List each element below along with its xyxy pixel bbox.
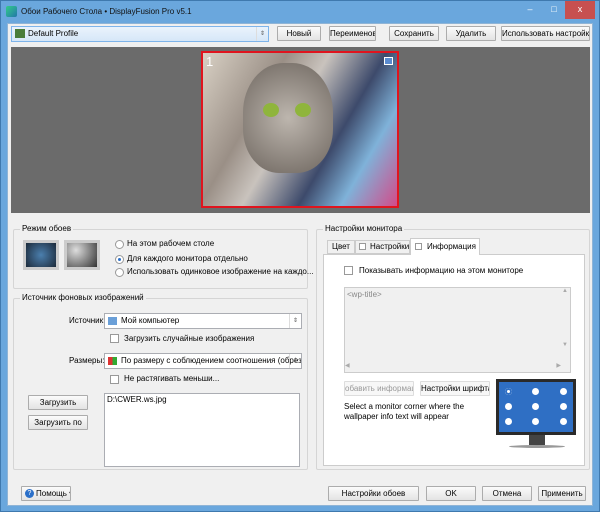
close-button[interactable]: x [565, 1, 595, 19]
wallpaper-settings-button[interactable]: Настройки обоев [328, 486, 419, 501]
file-list[interactable]: D:\CWER.ws.jpg [104, 393, 300, 467]
maximize-button[interactable]: □ [543, 1, 565, 19]
save-profile-button[interactable]: Сохранить [389, 26, 439, 41]
load-url-button[interactable]: Загрузить по [28, 415, 88, 430]
chevron-updown-icon: ⇕ [256, 27, 268, 41]
mode-radio-same-image[interactable] [115, 268, 124, 277]
help-icon: ? [25, 489, 34, 498]
corner-radio-top-right[interactable] [560, 388, 567, 395]
tab-checkbox[interactable] [415, 243, 422, 250]
tab-color[interactable]: Цвет [327, 240, 355, 254]
vertical-scrollbar[interactable]: ▲ ▼ [560, 288, 570, 364]
random-images-checkbox[interactable] [110, 334, 119, 343]
no-stretch-label: Не растягивать меньши... [124, 374, 220, 383]
dropdown-arrow-icon: ▾ [69, 489, 70, 498]
chevron-updown-icon: ⇕ [289, 314, 301, 328]
wallpaper-mode-label: Режим обоев [20, 224, 74, 233]
source-select[interactable]: Мой компьютер ⇕ [104, 313, 302, 329]
monitor-settings-group: Настройки монитора Цвет Настройки Информ… [316, 224, 590, 470]
window-title: Обои Рабочего Стола • DisplayFusion Pro … [21, 7, 192, 16]
corner-radio-bottom-right[interactable] [560, 418, 567, 425]
monitor-earth-icon [23, 240, 59, 270]
corner-radio-middle-right[interactable] [560, 403, 567, 410]
tab-settings[interactable]: Настройки [355, 240, 410, 254]
new-profile-button[interactable]: Новый [277, 26, 321, 41]
tab-label: Настройки [370, 242, 410, 251]
info-tab-panel: Показывать информацию на этом мониторе <… [323, 254, 585, 466]
image-source-group: Источник фоновых изображений Источник: М… [13, 293, 308, 470]
corner-hint-text: Select a monitor corner where the wallpa… [344, 402, 465, 421]
monitor-preview-area: 1 [11, 47, 590, 213]
corner-radio-bottom-center[interactable] [532, 418, 539, 425]
minimize-button[interactable]: – [517, 1, 543, 19]
mode-radio-per-monitor[interactable] [115, 255, 124, 264]
corner-radio-top-left[interactable] [505, 388, 512, 395]
monitor-space-icon [64, 240, 100, 270]
font-settings-button[interactable]: Настройки шрифта [420, 381, 490, 396]
mode-radio-desktop[interactable] [115, 240, 124, 249]
random-images-label: Загрузить случайные изображения [124, 334, 255, 343]
corner-radio-bottom-left[interactable] [505, 418, 512, 425]
load-url-label: Загрузить по [34, 418, 82, 427]
monitor-settings-label: Настройки монитора [323, 224, 405, 233]
tab-label: Информация [427, 242, 476, 251]
help-label: Помощь [36, 489, 67, 498]
cat-eye [295, 103, 311, 117]
load-button[interactable]: Загрузить [28, 395, 88, 410]
source-label: Источник: [69, 316, 106, 325]
info-text-area[interactable]: <wp-title> ▲ ▼ ◀ ▶ [344, 287, 571, 373]
corner-radio-top-center[interactable] [532, 388, 539, 395]
mode-option-label: Для каждого монитора отдельно [127, 254, 248, 263]
size-icon [108, 357, 117, 365]
monitor-thumbnail[interactable]: 1 [201, 51, 399, 208]
profile-value: Default Profile [28, 29, 79, 38]
apply-button[interactable]: Применить [538, 486, 586, 501]
mode-option-label: На этом рабочем столе [127, 239, 215, 248]
help-button[interactable]: ? Помощь ▾ [21, 486, 71, 501]
app-icon [6, 6, 17, 17]
computer-icon [108, 317, 117, 325]
size-select[interactable]: По размеру с соблюдением соотношения (об… [104, 353, 302, 369]
size-label: Размеры: [69, 356, 105, 365]
profile-icon [15, 29, 25, 38]
show-info-label: Показывать информацию на этом мониторе [359, 266, 524, 275]
monitor-icon [384, 57, 393, 65]
load-label: Загрузить [39, 398, 77, 407]
show-info-checkbox[interactable] [344, 266, 353, 275]
corner-selector-monitor [496, 379, 576, 435]
no-stretch-checkbox[interactable] [110, 375, 119, 384]
tab-checkbox[interactable] [359, 243, 366, 250]
wallpaper-mode-group: Режим обоев На этом рабочем столе Для ка… [13, 224, 314, 289]
size-value: По размеру с соблюдением соотношения (об… [121, 356, 302, 365]
image-source-label: Источник фоновых изображений [20, 293, 146, 302]
file-list-item[interactable]: D:\CWER.ws.jpg [107, 395, 301, 404]
info-text-value: <wp-title> [347, 290, 382, 299]
horizontal-scrollbar[interactable]: ◀ ▶ [345, 362, 561, 372]
source-value: Мой компьютер [121, 316, 180, 325]
rename-profile-button[interactable]: Переименов [329, 26, 376, 41]
profile-select[interactable]: Default Profile ⇕ [11, 26, 269, 42]
client-area: Default Profile ⇕ Новый Переименов Сохра… [7, 23, 593, 506]
use-settings-button[interactable]: Использовать настройки [501, 26, 590, 41]
corner-radio-center[interactable] [532, 403, 539, 410]
cancel-button[interactable]: Отмена [482, 486, 532, 501]
cat-eye [263, 103, 279, 117]
tab-info[interactable]: Информация [410, 238, 480, 255]
corner-radio-middle-left[interactable] [505, 403, 512, 410]
mode-option-label: Использовать одинковое изображение на ка… [127, 267, 314, 276]
add-info-button[interactable]: обавить информацию [344, 381, 414, 396]
monitor-number: 1 [206, 54, 214, 69]
chevron-updown-icon: ⇕ [289, 354, 301, 368]
delete-profile-button[interactable]: Удалить [446, 26, 496, 41]
app-window: Обои Рабочего Стола • DisplayFusion Pro … [0, 0, 600, 512]
wallpaper-image [243, 63, 333, 173]
ok-button[interactable]: OK [426, 486, 476, 501]
monitor-stand [529, 435, 545, 445]
monitor-base [509, 445, 565, 448]
